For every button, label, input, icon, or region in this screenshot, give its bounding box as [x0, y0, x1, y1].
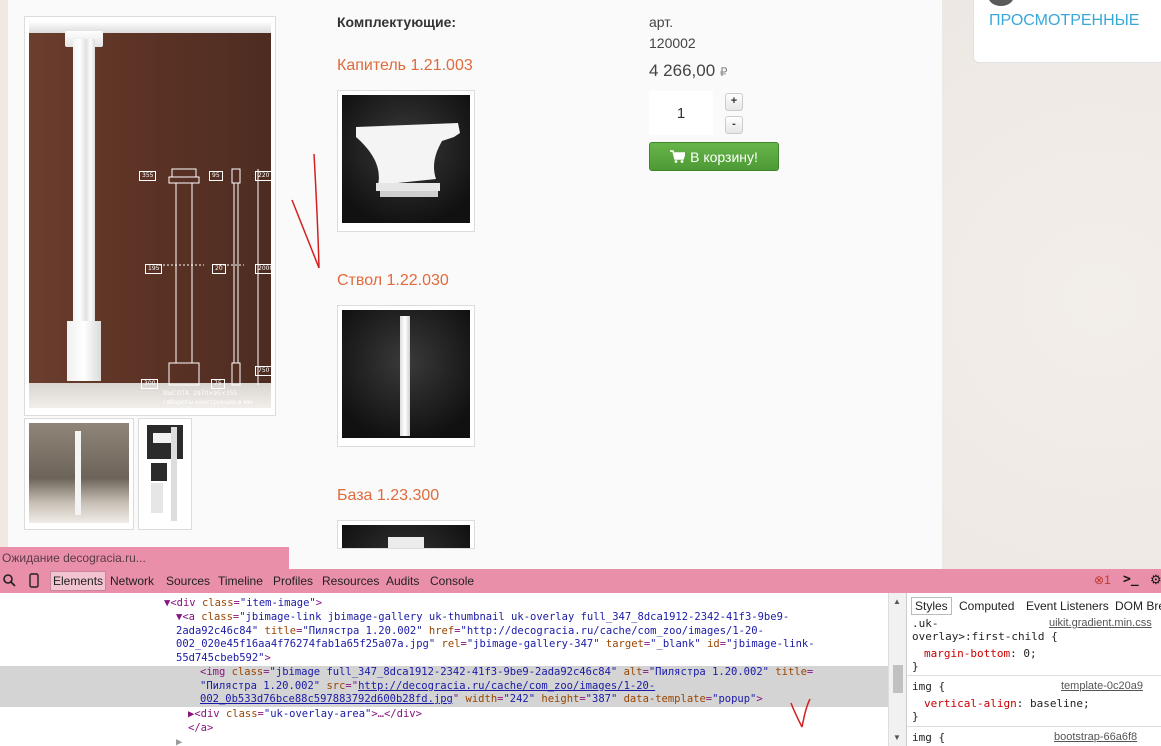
- quantity-increase-button[interactable]: +: [725, 93, 743, 111]
- css-selector: img {: [912, 731, 946, 744]
- tab-console[interactable]: Console: [430, 574, 474, 588]
- css-rule-close: }: [912, 660, 919, 673]
- tab-styles[interactable]: Styles: [911, 597, 952, 615]
- dim-label: 2000: [255, 264, 271, 274]
- cart-icon: [670, 150, 686, 163]
- main-product-image[interactable]: 355 95 220 195 20 2000 300 75 750 ВЫСОТА…: [29, 21, 271, 408]
- viewed-icon: [988, 0, 1014, 6]
- gallery-thumbnail-room[interactable]: [24, 418, 134, 530]
- component-thumbnail-capital[interactable]: [337, 90, 475, 232]
- tab-network[interactable]: Network: [110, 574, 154, 588]
- drawing-caption-height: ВЫСОТА: [163, 390, 190, 397]
- styles-tabs: Styles Computed Event Listeners DOM Bre: [911, 597, 1161, 615]
- dom-node-next-cut: ▶: [176, 736, 183, 746]
- dom-node-div-overlay-area[interactable]: ▶<div class="uk-overlay-area">…</div>: [0, 708, 888, 722]
- console-drawer-icon[interactable]: >_: [1123, 572, 1139, 587]
- settings-icon[interactable]: ⚙: [1150, 572, 1161, 588]
- error-icon: ⊗: [1094, 573, 1105, 587]
- scroll-down-icon[interactable]: ▼: [893, 733, 901, 742]
- dom-node-continuation: "Пилястра 1.20.002" src="http://decograc…: [200, 679, 656, 692]
- dom-node-a-close[interactable]: </a>: [0, 722, 888, 736]
- rule-divider: [907, 726, 1161, 727]
- tab-dom-breakpoints[interactable]: DOM Bre: [1115, 599, 1161, 613]
- browser-status-bar: Ожидание decogracia.ru...: [0, 547, 289, 569]
- elements-scrollbar[interactable]: ▲ ▼: [888, 593, 907, 746]
- inspect-search-icon[interactable]: [3, 574, 16, 587]
- dim-label: 300: [141, 379, 159, 389]
- device-mode-icon[interactable]: [29, 573, 39, 588]
- tab-audits[interactable]: Audits: [386, 574, 419, 588]
- sku-value: 120002: [649, 35, 696, 51]
- image-src-link[interactable]: http://decogracia.ru/cache/com_zoo/image…: [358, 680, 655, 692]
- main-product-image-link[interactable]: 355 95 220 195 20 2000 300 75 750 ВЫСОТА…: [24, 16, 276, 416]
- dim-label: 75: [211, 379, 225, 389]
- css-rule-close: }: [912, 710, 919, 723]
- tab-elements[interactable]: Elements: [50, 571, 107, 591]
- tab-event-listeners[interactable]: Event Listeners: [1026, 599, 1109, 613]
- dom-node-div-item-image[interactable]: ▼<div class="item-image">: [0, 597, 888, 611]
- thumbnail-image: [29, 423, 129, 523]
- dim-label: 20: [212, 264, 226, 274]
- dim-label: 195: [145, 264, 163, 274]
- add-to-cart-button[interactable]: В корзину!: [649, 142, 779, 171]
- viewed-products-label[interactable]: ПРОСМОТРЕННЫЕ: [989, 12, 1139, 30]
- dom-node-a-jbimage-link[interactable]: ▼<a class="jbimage-link jbimage-gallery …: [0, 611, 888, 625]
- devtools-panel: Elements Network Sources Timeline Profil…: [0, 569, 1161, 746]
- pilaster-drawing: [159, 168, 259, 386]
- gallery-thumbnail-drawing[interactable]: [138, 418, 192, 530]
- css-selector: overlay>:first-child {: [912, 630, 1058, 643]
- product-price: 4 266,00 ₽: [649, 61, 728, 81]
- quantity-decrease-button[interactable]: -: [725, 116, 743, 134]
- dom-node-continuation: 2ada92c46c84" title="Пилястра 1.20.002" …: [176, 624, 764, 637]
- thumbnail-image: [143, 423, 187, 523]
- error-count: 1: [1104, 573, 1111, 587]
- css-source-link[interactable]: bootstrap-66a6f8: [1054, 731, 1137, 743]
- price-value: 4 266,00: [649, 61, 716, 80]
- annotation-mark: [790, 698, 811, 728]
- css-declaration[interactable]: margin-bottom: 0;: [912, 647, 1037, 660]
- annotation-mark: [291, 153, 320, 269]
- add-to-cart-label: В корзину!: [690, 148, 758, 165]
- css-source-link[interactable]: uikit.gradient.min.css: [1049, 617, 1152, 629]
- component-title-capital[interactable]: Капитель 1.21.003: [337, 57, 473, 75]
- component-thumbnail-shaft[interactable]: [337, 305, 475, 447]
- drawing-caption-note: габариты конструкции в мм: [163, 399, 253, 406]
- quantity-input[interactable]: [649, 91, 713, 135]
- tab-resources[interactable]: Resources: [322, 574, 379, 588]
- scrollbar-thumb[interactable]: [893, 665, 903, 693]
- tab-profiles[interactable]: Profiles: [273, 574, 313, 588]
- css-selector: .uk-: [912, 617, 939, 630]
- css-selector: img {: [912, 680, 946, 693]
- base-image: [342, 525, 470, 548]
- error-counter[interactable]: ⊗1: [1094, 573, 1111, 587]
- dom-node-continuation: 55d745cbeb592">: [176, 651, 271, 664]
- rule-divider: [907, 675, 1161, 676]
- scroll-up-icon[interactable]: ▲: [893, 597, 901, 606]
- dom-node-continuation: 002_020e45f16aa4f76274fab1a65f25a07a.jpg…: [176, 638, 815, 650]
- sku-label: арт.: [649, 14, 674, 30]
- dim-label: 355: [139, 171, 157, 181]
- drawing-caption-size: 2970×95×355: [193, 390, 238, 397]
- dim-label: 750: [255, 366, 271, 376]
- component-thumbnail-base[interactable]: [337, 520, 475, 549]
- dim-label: 95: [209, 171, 223, 181]
- devtools-toolbar: Elements Network Sources Timeline Profil…: [0, 569, 1161, 593]
- image-src-link[interactable]: 002_0b533d76bce88c597883792d600b28fd.jpg: [200, 693, 453, 705]
- styles-sidebar: Styles Computed Event Listeners DOM Bre …: [906, 593, 1161, 746]
- components-heading: Комплектующие:: [337, 14, 457, 30]
- css-declaration[interactable]: vertical-align: baseline;: [912, 697, 1090, 710]
- dom-node-continuation: 002_0b533d76bce88c597883792d600b28fd.jpg…: [200, 693, 763, 705]
- component-title-shaft[interactable]: Ствол 1.22.030: [337, 272, 449, 290]
- capital-image: [342, 95, 470, 223]
- viewed-products-panel[interactable]: ПРОСМОТРЕННЫЕ: [973, 0, 1161, 63]
- css-source-link[interactable]: template-0c20a9: [1061, 680, 1143, 692]
- shaft-image: [342, 310, 470, 438]
- tab-computed[interactable]: Computed: [959, 599, 1014, 613]
- component-title-base[interactable]: База 1.23.300: [337, 487, 439, 505]
- currency-symbol: ₽: [719, 65, 728, 79]
- dim-label: 220: [255, 171, 271, 181]
- elements-tree[interactable]: ▼<div class="item-image"> ▼<a class="jbi…: [0, 593, 888, 746]
- tab-timeline[interactable]: Timeline: [218, 574, 263, 588]
- tab-sources[interactable]: Sources: [166, 574, 210, 588]
